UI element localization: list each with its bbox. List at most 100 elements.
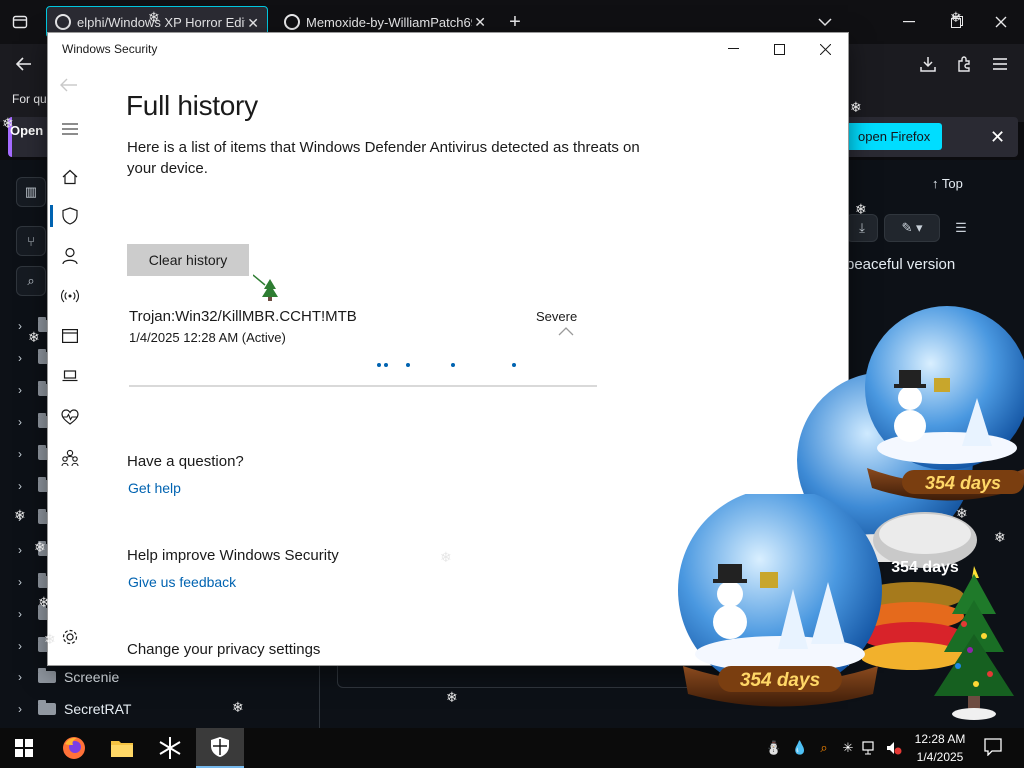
page-description: Here is a list of items that Windows Def… — [127, 139, 640, 177]
health-icon[interactable] — [60, 407, 80, 427]
maximize-button[interactable] — [756, 33, 802, 65]
loading-dot — [377, 363, 381, 367]
github-icon — [55, 14, 71, 30]
volume-muted-icon[interactable] — [886, 740, 902, 756]
minimize-button[interactable] — [710, 33, 756, 65]
snowflake-icon: ❄ — [440, 549, 452, 565]
branch-icon[interactable]: ⑂ — [16, 226, 46, 256]
snowflake-icon: ❄ — [232, 699, 244, 715]
snowflake-icon: ❄ — [34, 539, 46, 555]
threat-separator — [129, 385, 597, 387]
edit-file-button[interactable]: ✎ ▾ — [884, 214, 940, 242]
clock-time[interactable]: 12:28 AM — [910, 732, 970, 746]
back-arrow-icon[interactable] — [10, 44, 38, 84]
tab-title: elphi/Windows XP Horror Edit — [77, 14, 245, 30]
open-firefox-button[interactable]: open Firefox — [846, 123, 943, 150]
snowflake-icon: ❄ — [2, 115, 14, 131]
mini-tree-icon — [252, 273, 283, 308]
tray-drop-icon[interactable]: 💧 — [792, 740, 808, 756]
snowflake-app-icon[interactable] — [146, 728, 194, 768]
tree-row-label: SecretRAT — [64, 701, 132, 717]
chevron-up-icon[interactable] — [558, 323, 574, 341]
loading-dot — [451, 363, 455, 367]
open-button[interactable]: Open — [10, 123, 43, 138]
network-icon[interactable] — [862, 740, 878, 756]
tree-row-label: Screenie — [64, 669, 120, 685]
menu-icon[interactable] — [60, 119, 80, 139]
snowflake-icon: ❄ — [956, 505, 968, 521]
arrow-up-icon: ↑ — [932, 176, 942, 191]
snowflake-icon: ❄ — [855, 201, 867, 217]
settings-icon[interactable] — [60, 627, 80, 647]
tab-title: Memoxide-by-WilliamPatch69 — [306, 14, 472, 30]
tab-close-icon[interactable]: ✕ — [247, 15, 259, 32]
account-icon[interactable] — [60, 246, 80, 266]
close-button[interactable] — [802, 33, 848, 65]
device-icon[interactable] — [60, 366, 80, 386]
tree-row-screenie[interactable]: › Screenie — [18, 667, 119, 687]
tree-row-secretrat[interactable]: › SecretRAT — [18, 699, 131, 719]
globe-days-label: 354 days — [740, 670, 820, 691]
snow-globe-front: 354 days — [678, 488, 883, 719]
top-link[interactable]: ↑ Top — [932, 176, 963, 191]
readme-text: peaceful version — [846, 256, 956, 273]
snowflake-icon: ❄ — [38, 594, 50, 610]
downloads-icon[interactable] — [914, 44, 942, 84]
notification-close-icon[interactable]: ✕ — [990, 127, 1005, 148]
window-title: Windows Security — [62, 42, 158, 56]
content-box — [337, 666, 737, 688]
sidebar-toggle-icon[interactable]: ▥ — [16, 177, 46, 207]
notifications-icon[interactable] — [984, 738, 1002, 756]
snowflake-icon: ❄ — [44, 631, 56, 647]
snowflake-icon: ❄ — [14, 507, 26, 523]
start-button[interactable] — [0, 728, 48, 768]
tray-snowflake-icon[interactable]: ✳ — [840, 740, 856, 756]
home-icon[interactable] — [60, 167, 80, 187]
globe-days-label: 354 days — [925, 473, 1001, 493]
snowflake-icon: ❄ — [28, 329, 40, 345]
notification-text: For qu — [12, 92, 47, 106]
search-icon[interactable]: ⌕ — [16, 266, 46, 296]
christmas-tree-icon — [928, 566, 1020, 733]
threat-date: 1/4/2025 12:28 AM (Active) — [129, 330, 286, 345]
menu-icon[interactable] — [986, 44, 1014, 84]
snowflake-icon: ❄ — [148, 9, 160, 25]
back-arrow-icon[interactable] — [60, 75, 78, 98]
outline-icon[interactable]: ☰ — [946, 214, 976, 242]
tray-search-icon[interactable]: ⌕ — [816, 740, 832, 756]
loading-dot — [512, 363, 516, 367]
tray-app-icon[interactable]: ⛄ — [766, 740, 782, 756]
firefox-icon[interactable] — [50, 728, 98, 768]
improve-heading: Help improve Windows Security — [127, 547, 339, 564]
app-browser-icon[interactable] — [60, 326, 80, 346]
clock-date[interactable]: 1/4/2025 — [910, 750, 970, 764]
get-help-link[interactable]: Get help — [128, 480, 181, 496]
threat-name: Trojan:Win32/KillMBR.CCHT!MTB — [129, 308, 357, 325]
question-heading: Have a question? — [127, 453, 244, 470]
feedback-link[interactable]: Give us feedback — [128, 574, 236, 590]
wifi-icon[interactable] — [60, 286, 80, 306]
close-icon[interactable] — [988, 0, 1014, 44]
privacy-heading: Change your privacy settings — [127, 641, 321, 658]
clear-history-button[interactable]: Clear history — [127, 244, 249, 276]
minimize-icon[interactable] — [896, 0, 922, 44]
shield-icon[interactable] — [60, 206, 80, 226]
tab-overview-icon[interactable] — [6, 0, 34, 44]
tab-close-icon[interactable]: ✕ — [474, 14, 486, 31]
family-icon[interactable] — [60, 448, 80, 468]
loading-dot — [406, 363, 410, 367]
snowflake-icon: ❄ — [850, 99, 862, 115]
windows-security-taskbar-icon[interactable] — [196, 728, 244, 768]
title-bar: Windows Security — [48, 33, 848, 65]
top-link-label: Top — [941, 176, 963, 191]
page-title: Full history — [126, 90, 258, 121]
snow-globe-top: 354 days — [862, 298, 1024, 523]
snowflake-icon: ❄ — [950, 9, 962, 25]
file-explorer-icon[interactable] — [98, 728, 146, 768]
threat-severity: Severe — [536, 309, 578, 324]
extensions-icon[interactable] — [950, 44, 978, 84]
snowflake-icon: ❄ — [446, 689, 458, 705]
github-icon — [284, 14, 300, 30]
nav-selection-indicator — [50, 205, 53, 227]
download-raw-button[interactable]: ⤓ — [846, 214, 878, 242]
